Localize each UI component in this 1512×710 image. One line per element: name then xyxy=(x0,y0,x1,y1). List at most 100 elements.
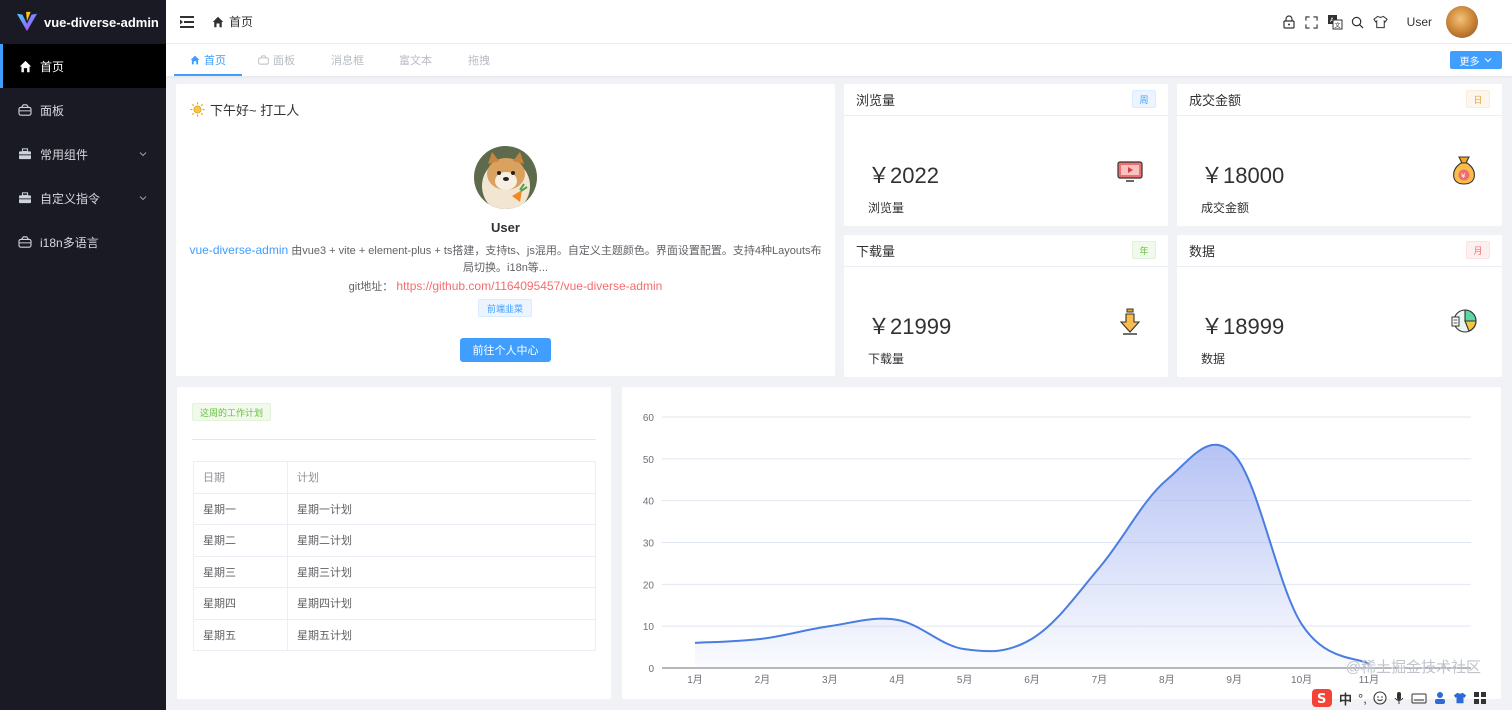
area-chart: 01020304050601月 2月 3月 4月 5月 6月 7月 8月 9月 10月 11月 xyxy=(643,413,1471,686)
tab-label: 首页 xyxy=(204,55,226,67)
table-cell: 星期四计划 xyxy=(287,587,596,620)
keyboard-icon[interactable] xyxy=(1411,692,1427,704)
fullscreen-icon[interactable] xyxy=(1304,14,1320,30)
y-tick-label: 30 xyxy=(643,539,655,550)
lock-icon[interactable] xyxy=(1281,14,1297,30)
table-cell: 星期三计划 xyxy=(287,555,596,588)
chevron-down-icon xyxy=(1484,58,1491,63)
shirt-icon[interactable] xyxy=(1453,691,1467,705)
sun-icon xyxy=(190,102,205,117)
stat-subtitle: 浏览量 xyxy=(868,201,905,215)
chevron-down-icon xyxy=(139,152,147,157)
sidebar-item-i18n[interactable]: i18n多语言 xyxy=(0,220,166,264)
git-link[interactable]: https://github.com/1164095457/vue-divers… xyxy=(396,279,662,293)
header-actions: A文 User xyxy=(1274,0,1478,44)
stat-title: 成交金额 xyxy=(1189,93,1242,108)
table-row: 星期五 星期五计划 xyxy=(193,618,596,651)
table-cell: 星期三 xyxy=(193,555,288,588)
table-row: 星期四 星期四计划 xyxy=(193,587,596,620)
app-logo[interactable]: vue-diverse-admin xyxy=(0,0,166,44)
more-label: 更多 xyxy=(1459,56,1480,68)
user-icon[interactable] xyxy=(1433,691,1447,705)
table-cell: 星期二计划 xyxy=(287,524,596,557)
tab-panel[interactable]: 面板 xyxy=(258,44,295,76)
translate-icon[interactable]: A文 xyxy=(1327,14,1343,30)
period-badge: 日 xyxy=(1466,90,1490,108)
y-tick-label: 40 xyxy=(643,497,655,508)
home-icon xyxy=(190,55,200,65)
sidebar-item-panel[interactable]: 面板 xyxy=(0,88,166,132)
sogou-logo-icon[interactable]: S xyxy=(1311,688,1333,708)
tab-label: 消息框 xyxy=(331,55,364,67)
description-text: 由vue3 + vite + element-plus + ts搭建，支持ts、… xyxy=(288,245,822,274)
sidebar-item-label: 自定义指令 xyxy=(40,191,101,206)
more-button[interactable]: 更多 xyxy=(1450,51,1502,69)
profile-center-button[interactable]: 前往个人中心 xyxy=(460,338,551,362)
table-cell: 星期二 xyxy=(193,524,288,557)
svg-text:文: 文 xyxy=(1334,22,1340,30)
stat-amount: ￥21999 xyxy=(868,314,952,339)
git-label: git地址： xyxy=(348,281,394,293)
sidebar-item-components[interactable]: 常用组件 xyxy=(0,132,166,176)
x-tick-label: 7月 xyxy=(1092,674,1108,686)
sidebar-item-home[interactable]: 首页 xyxy=(0,44,166,88)
x-tick-label: 8月 xyxy=(1159,674,1175,686)
panel-icon xyxy=(18,103,32,117)
table-header-row: 日期 计划 xyxy=(193,461,596,494)
punctuation-icon[interactable]: °, xyxy=(1358,691,1367,706)
svg-text:S: S xyxy=(1317,692,1326,707)
avatar[interactable] xyxy=(1446,6,1478,38)
git-info: git地址： https://github.com/1164095457/vue… xyxy=(176,278,835,294)
search-icon[interactable] xyxy=(1350,14,1366,30)
y-tick-label: 20 xyxy=(643,580,655,591)
stat-card-views: 浏览量 周 ￥2022 浏览量 xyxy=(844,84,1168,226)
tab-message-box[interactable]: 消息框 xyxy=(331,44,364,76)
shirt-icon[interactable] xyxy=(1373,14,1389,30)
tab-drag[interactable]: 拖拽 xyxy=(468,44,490,76)
watermark-text: @稀土掘金技术社区 xyxy=(1345,659,1481,676)
tab-home[interactable]: 首页 xyxy=(174,44,242,76)
stat-amount: ￥2022 xyxy=(868,163,939,188)
table-cell: 星期五 xyxy=(193,618,288,651)
tab-label: 拖拽 xyxy=(468,55,490,67)
svg-text:¥: ¥ xyxy=(1461,172,1466,180)
x-tick-label: 9月 xyxy=(1226,674,1242,686)
microphone-icon[interactable] xyxy=(1393,691,1405,705)
stat-card-data: 数据 月 ￥18999 数据 xyxy=(1177,235,1502,377)
x-tick-label: 10月 xyxy=(1291,674,1312,686)
tab-label: 面板 xyxy=(273,55,295,67)
y-tick-label: 0 xyxy=(648,664,654,675)
project-link[interactable]: vue-diverse-admin xyxy=(189,243,288,257)
stat-title: 下载量 xyxy=(856,244,896,259)
y-tick-label: 10 xyxy=(643,622,655,633)
profile-avatar xyxy=(474,146,537,209)
chevron-down-icon xyxy=(139,196,147,201)
x-tick-label: 1月 xyxy=(687,674,703,686)
download-icon xyxy=(1119,308,1141,335)
table-cell: 星期四 xyxy=(193,587,288,620)
tab-rich-text[interactable]: 富文本 xyxy=(399,44,432,76)
stat-card-revenue: 成交金额 日 ￥18000 成交金额 ¥ xyxy=(1177,84,1502,226)
stat-title: 浏览量 xyxy=(856,93,896,108)
username-label[interactable]: User xyxy=(1407,15,1432,29)
grid-icon[interactable] xyxy=(1473,691,1487,705)
sidebar-item-label: i18n多语言 xyxy=(40,235,99,250)
period-badge: 月 xyxy=(1466,241,1490,259)
x-tick-label: 5月 xyxy=(957,674,973,686)
stat-amount: ￥18000 xyxy=(1201,163,1285,188)
sidebar-item-label: 面板 xyxy=(40,103,65,118)
stat-subtitle: 下载量 xyxy=(868,352,905,366)
vite-logo-icon xyxy=(16,11,38,32)
greeting: 下午好~ 打工人 xyxy=(190,100,299,119)
app-title: vue-diverse-admin xyxy=(44,14,159,30)
table-cell: 星期一计划 xyxy=(287,492,596,525)
ime-mode-label[interactable]: 中 xyxy=(1339,689,1352,708)
emoji-icon[interactable] xyxy=(1373,691,1387,705)
sidebar-item-label: 常用组件 xyxy=(40,147,89,162)
menu-toggle-icon[interactable] xyxy=(180,15,194,29)
breadcrumb[interactable]: 首页 xyxy=(212,13,253,30)
tabs-bar: 首页 面板 消息框 富文本 拖拽 更多 xyxy=(166,44,1512,76)
sidebar-item-directives[interactable]: 自定义指令 xyxy=(0,176,166,220)
panel-icon xyxy=(258,55,269,65)
home-icon xyxy=(212,16,224,27)
